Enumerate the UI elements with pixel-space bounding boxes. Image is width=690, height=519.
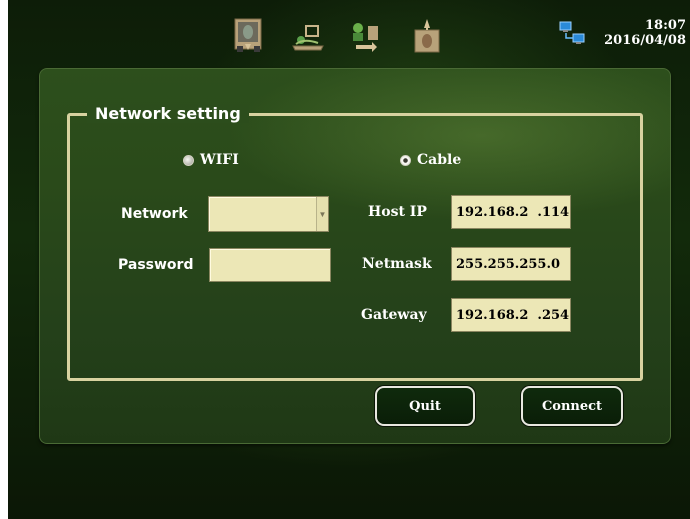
netmask-field[interactable]: 255.255.255.0 [451,247,571,281]
host-ip-field[interactable]: 192.168.2 .114 [451,195,571,229]
device-screen: 18:07 2016/04/08 Network setting WIFI Ca… [8,0,690,519]
network-dropdown[interactable]: ▼ [208,196,329,232]
cabinet-upload-icon[interactable] [408,16,444,54]
chevron-down-icon[interactable]: ▼ [316,197,328,231]
gateway-label: Gateway [361,307,427,323]
quit-button[interactable]: Quit [375,386,475,426]
clock: 18:07 2016/04/08 [604,18,686,48]
date-text: 2016/04/08 [604,33,686,48]
transfer-icon[interactable] [348,16,384,54]
gateway-field[interactable]: 192.168.2 .254 [451,298,571,332]
wifi-radio-option[interactable]: WIFI [183,152,239,168]
panel-title: Network setting [87,104,249,123]
network-computers-icon [559,21,585,44]
time-text: 18:07 [645,18,686,33]
cable-radio-button[interactable] [400,154,411,166]
network-label: Network [121,206,188,222]
top-toolbar: 18:07 2016/04/08 [8,0,690,60]
connect-button[interactable]: Connect [521,386,623,426]
cable-radio-option[interactable]: Cable [400,152,461,168]
password-field[interactable] [209,248,331,282]
host-ip-label: Host IP [368,204,427,220]
wifi-radio-label: WIFI [200,152,239,168]
cabinet-download-icon[interactable] [230,16,266,54]
patient-monitor-icon[interactable] [290,16,326,54]
cable-radio-label: Cable [417,152,462,168]
password-label: Password [118,257,194,273]
netmask-label: Netmask [362,256,432,272]
wifi-radio-button[interactable] [183,154,194,166]
network-setting-panel: Network setting WIFI Cable Network ▼ Pas… [39,68,671,444]
